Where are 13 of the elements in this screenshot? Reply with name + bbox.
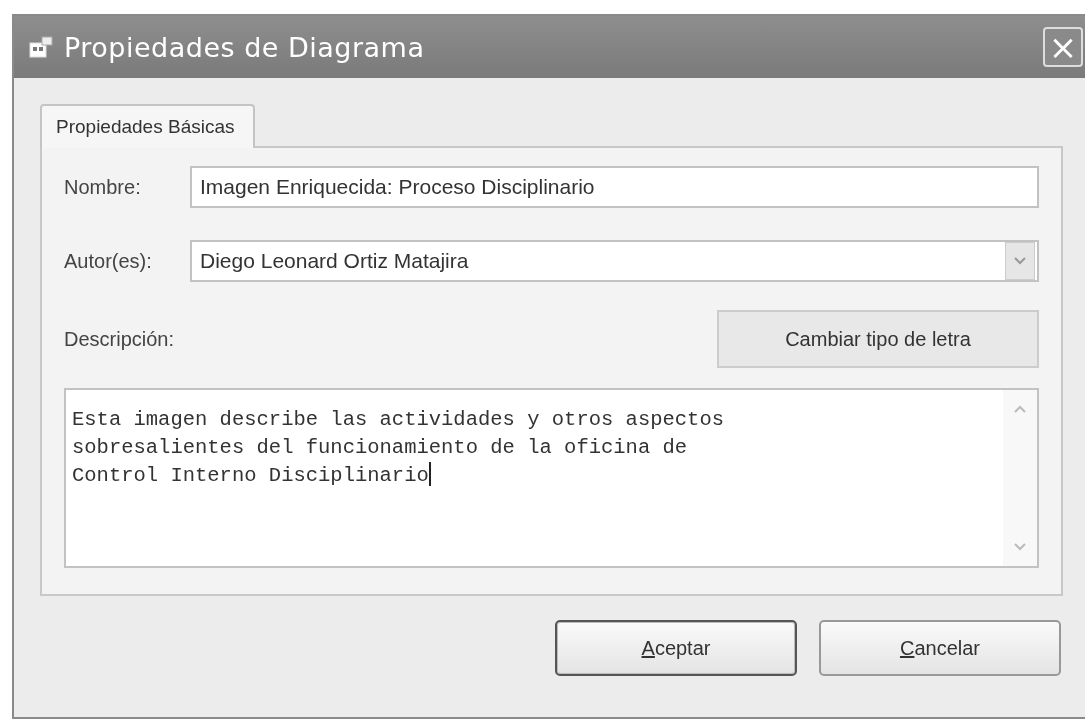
tab[interactable]: Propiedades Básicas (40, 104, 255, 148)
field-label: Autor(es): (64, 249, 153, 273)
change-font-button[interactable]: Cambiar tipo de letra (717, 310, 1039, 368)
description-label: Descripción: (64, 327, 176, 351)
dialog-button[interactable]: Aceptar (555, 620, 797, 676)
name-field[interactable]: Imagen Enriquecida: Proceso Disciplinario (190, 166, 1039, 208)
scrollbar[interactable] (1003, 390, 1037, 566)
description-textarea[interactable]: Esta imagen describe las actividades y otros aspectos sobresalientes del funcionamiento de la oficina de Control Interno Disciplinario (64, 388, 1039, 568)
app-icon (28, 35, 54, 59)
field-label: Nombre: (64, 175, 142, 199)
dialog-button[interactable]: Cancelar (819, 620, 1061, 676)
window-title: Propiedades de Diagrama (64, 31, 426, 63)
author-dropdown[interactable]: Diego Leonard Ortiz Matajira (190, 240, 1039, 282)
